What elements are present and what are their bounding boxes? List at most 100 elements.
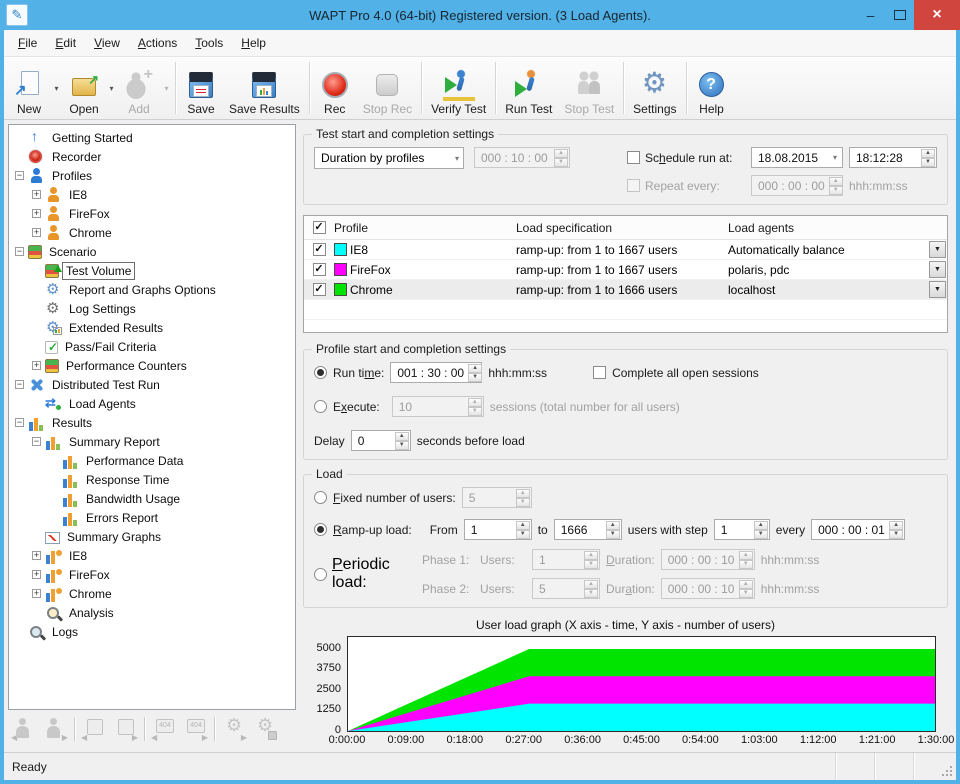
plus-expander-icon[interactable]: + — [32, 361, 41, 370]
tree-item-scenario[interactable]: − Scenario — [9, 242, 295, 261]
minus-expander-icon[interactable]: − — [32, 437, 41, 446]
tree-item-load-agents[interactable]: Load Agents — [9, 394, 295, 413]
tree-item-summary-graphs[interactable]: Summary Graphs — [9, 527, 295, 546]
spinner[interactable]: ▲ ▼ — [394, 431, 409, 450]
schedule-date-field[interactable]: 18.08.2015 ▾ — [751, 147, 843, 168]
menu-tools[interactable]: Tools — [187, 33, 231, 53]
tree-item-summary-report[interactable]: − Summary Report — [9, 432, 295, 451]
profile-row-firefox[interactable]: FireFox ramp-up: from 1 to 1667 users pola… — [304, 260, 947, 280]
tree-item-label: Log Settings — [69, 301, 136, 316]
tree-item-pass-fail-criteria[interactable]: Pass/Fail Criteria — [9, 337, 295, 356]
tree-item-log-settings[interactable]: Log Settings — [9, 299, 295, 318]
tree-item-errors-report[interactable]: Errors Report — [9, 508, 295, 527]
spinner[interactable]: ▲ ▼ — [753, 520, 768, 539]
agents-dropdown-button[interactable]: ▼ — [929, 261, 946, 278]
tree-item-analysis[interactable]: Analysis — [9, 603, 295, 622]
test-start-group: Test start and completion settings Durat… — [303, 127, 948, 205]
close-button[interactable]: × — [914, 0, 960, 30]
tree-item-extended-results[interactable]: Extended Results — [9, 318, 295, 337]
chevron-down-icon[interactable]: ▾ — [833, 153, 837, 162]
profile-row-ie8[interactable]: IE8 ramp-up: from 1 to 1667 users Automati… — [304, 240, 947, 260]
tree-item-chrome[interactable]: + Chrome — [9, 584, 295, 603]
tree-item-logs[interactable]: Logs — [9, 622, 295, 641]
plus-expander-icon[interactable]: + — [32, 228, 41, 237]
minus-expander-icon[interactable]: − — [15, 247, 24, 256]
profile-checkbox[interactable] — [312, 243, 326, 256]
tree-item-results[interactable]: − Results — [9, 413, 295, 432]
tree-item-firefox[interactable]: + FireFox — [9, 565, 295, 584]
spinner[interactable]: ▲ ▼ — [921, 148, 935, 167]
minus-expander-icon[interactable]: − — [15, 171, 24, 180]
toolbar-open-button[interactable]: Open — [62, 57, 106, 119]
profile-checkbox[interactable] — [312, 283, 326, 296]
complete-sessions-checkbox[interactable] — [593, 366, 607, 379]
profile-checkbox[interactable] — [312, 263, 326, 276]
fixed-users-radio[interactable] — [314, 491, 327, 504]
ramp-every-field[interactable]: 000 : 00 : 01 ▲ ▼ — [811, 519, 906, 540]
toolbar-verify-test-button[interactable]: Verify Test — [425, 57, 492, 119]
spinner[interactable]: ▲ ▼ — [889, 520, 904, 539]
minus-expander-icon[interactable]: − — [15, 418, 24, 427]
spinner[interactable]: ▲ ▼ — [515, 520, 530, 539]
menu-help[interactable]: Help — [233, 33, 274, 53]
tree-item-report-and-graphs-options[interactable]: Report and Graphs Options — [9, 280, 295, 299]
column-header-load-specification[interactable]: Load specification — [516, 221, 728, 235]
tree-item-performance-counters[interactable]: + Performance Counters — [9, 356, 295, 375]
plus-expander-icon[interactable]: + — [32, 190, 41, 199]
column-header-profile[interactable]: Profile — [334, 221, 516, 235]
ramp-to-field[interactable]: 1666 ▲ ▼ — [553, 519, 622, 540]
agents-dropdown-button[interactable]: ▼ — [929, 241, 946, 258]
lock-icon — [268, 731, 277, 740]
toolbar-run-test-button[interactable]: Run Test — [499, 57, 558, 119]
toolbar-settings-button[interactable]: Settings — [627, 57, 682, 119]
tree-item-response-time[interactable]: Response Time — [9, 470, 295, 489]
periodic-load-radio[interactable] — [314, 567, 327, 581]
tree-item-ie8[interactable]: + IE8 — [9, 546, 295, 565]
tree-item-performance-data[interactable]: Performance Data — [9, 451, 295, 470]
resize-grip[interactable] — [940, 764, 953, 777]
tree-item-firefox[interactable]: + FireFox — [9, 204, 295, 223]
toolbar-save-button[interactable]: Save — [179, 57, 223, 119]
minimize-button[interactable]: – — [856, 0, 885, 30]
plus-expander-icon[interactable]: + — [32, 551, 41, 560]
schedule-time-field[interactable]: 18:12:28 ▲ ▼ — [849, 147, 937, 168]
tree-item-test-volume[interactable]: Test Volume — [9, 261, 295, 280]
tree-item-recorder[interactable]: Recorder — [9, 147, 295, 166]
tree-item-getting-started[interactable]: Getting Started — [9, 128, 295, 147]
toolbar-save-results-button[interactable]: Save Results — [223, 57, 306, 119]
menu-edit[interactable]: Edit — [47, 33, 84, 53]
ramp-step-field[interactable]: 1 ▲ ▼ — [713, 519, 770, 540]
toolbar-rec-button[interactable]: Rec — [313, 57, 357, 119]
toolbar-new-button[interactable]: New — [7, 57, 51, 119]
ramp-up-radio[interactable] — [314, 523, 327, 536]
plus-expander-icon[interactable]: + — [32, 209, 41, 218]
run-time-field[interactable]: 001 : 30 : 00 ▲ ▼ — [390, 362, 483, 383]
run-time-radio[interactable] — [314, 366, 327, 379]
tree-item-chrome[interactable]: + Chrome — [9, 223, 295, 242]
maximize-button[interactable] — [885, 0, 914, 30]
tree-item-bandwidth-usage[interactable]: Bandwidth Usage — [9, 489, 295, 508]
execute-radio[interactable] — [314, 400, 327, 413]
menu-actions[interactable]: Actions — [130, 33, 185, 53]
column-header-load-agents[interactable]: Load agents — [728, 221, 947, 235]
spinner[interactable]: ▲ ▼ — [468, 363, 483, 382]
plus-expander-icon[interactable]: + — [32, 570, 41, 579]
menu-view[interactable]: View — [86, 33, 128, 53]
ramp-from-field[interactable]: 1 ▲ ▼ — [463, 519, 532, 540]
agents-dropdown-button[interactable]: ▼ — [929, 281, 946, 298]
duration-mode-select[interactable]: Duration by profiles ▾ — [314, 147, 464, 169]
schedule-checkbox[interactable] — [627, 151, 640, 164]
menu-file[interactable]: File — [10, 33, 45, 53]
profile-row-chrome[interactable]: Chrome ramp-up: from 1 to 1666 users local… — [304, 280, 947, 300]
select-all-checkbox[interactable] — [312, 221, 326, 234]
plus-expander-icon[interactable]: + — [32, 589, 41, 598]
toolbar-new-dropdown[interactable]: ▾ — [51, 57, 62, 119]
toolbar-open-dropdown[interactable]: ▾ — [106, 57, 117, 119]
delay-field[interactable]: 0 ▲ ▼ — [350, 430, 411, 451]
spinner[interactable]: ▲ ▼ — [605, 520, 620, 539]
tree-item-ie8[interactable]: + IE8 — [9, 185, 295, 204]
tree-item-profiles[interactable]: − Profiles — [9, 166, 295, 185]
minus-expander-icon[interactable]: − — [15, 380, 24, 389]
tree-item-distributed-test-run[interactable]: − Distributed Test Run — [9, 375, 295, 394]
toolbar-help-button[interactable]: Help — [690, 57, 734, 119]
